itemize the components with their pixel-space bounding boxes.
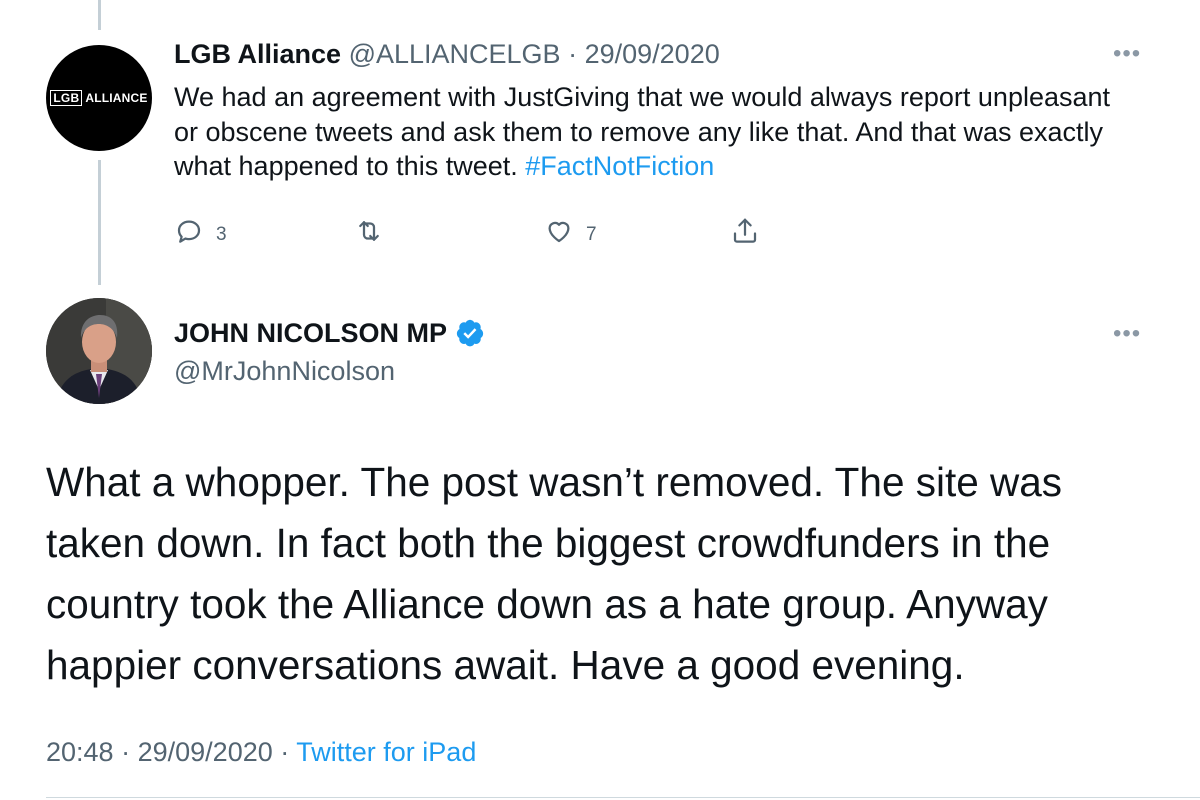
separator-dot: · <box>568 39 578 69</box>
retweet-button[interactable] <box>354 216 396 246</box>
main-tweet-text: What a whopper. The post wasn’t removed.… <box>46 459 1063 688</box>
parent-tweet-text: We had an agreement with JustGiving that… <box>174 80 1134 184</box>
profile-photo <box>46 298 152 404</box>
avatar-john-nicolson[interactable] <box>46 298 152 404</box>
tweet-date[interactable]: 29/09/2020 <box>138 737 273 767</box>
author-handle[interactable]: @ALLIANCELGB <box>349 39 561 69</box>
tweet-metadata: 20:48 · 29/09/2020 · Twitter for iPad <box>46 734 476 770</box>
retweet-icon <box>359 221 379 241</box>
like-count: 7 <box>586 224 597 245</box>
reply-count: 3 <box>216 224 227 245</box>
tweet-thread-view: LGB ALLIANCE LGB Alliance @ALLIANCELGB ·… <box>0 0 1200 800</box>
thread-line-connector <box>98 160 101 285</box>
more-options-icon[interactable]: ••• <box>1113 322 1141 346</box>
thread-line-top <box>98 0 101 30</box>
more-options-icon[interactable]: ••• <box>1113 42 1141 66</box>
tweet-time[interactable]: 20:48 <box>46 737 114 767</box>
verified-badge-icon <box>456 319 484 347</box>
main-author-name-row[interactable]: JOHN NICOLSON MP <box>174 316 485 350</box>
heart-icon <box>548 221 570 243</box>
tweet-action-bar: 3 7 <box>174 216 794 252</box>
parent-tweet-header: LGB Alliance @ALLIANCELGB · 29/09/2020 <box>174 36 720 72</box>
author-name[interactable]: JOHN NICOLSON MP <box>174 316 447 350</box>
separator-dot: · <box>280 737 290 767</box>
divider <box>46 797 1200 798</box>
tweet-source-link[interactable]: Twitter for iPad <box>296 737 476 767</box>
author-handle[interactable]: @MrJohnNicolson <box>174 354 395 388</box>
hashtag-link[interactable]: #FactNotFiction <box>525 151 714 181</box>
reply-button[interactable]: 3 <box>174 216 227 246</box>
author-name[interactable]: LGB Alliance <box>174 39 341 69</box>
avatar-logo-alliance: ALLIANCE <box>85 91 148 105</box>
like-button[interactable]: 7 <box>544 216 597 246</box>
tweet-date[interactable]: 29/09/2020 <box>585 39 720 69</box>
share-icon <box>733 218 757 243</box>
share-button[interactable] <box>730 216 760 246</box>
avatar-logo-lgb: LGB <box>50 90 83 106</box>
separator-dot: · <box>121 737 131 767</box>
reply-icon <box>177 220 201 243</box>
avatar-lgb-alliance[interactable]: LGB ALLIANCE <box>46 45 152 151</box>
